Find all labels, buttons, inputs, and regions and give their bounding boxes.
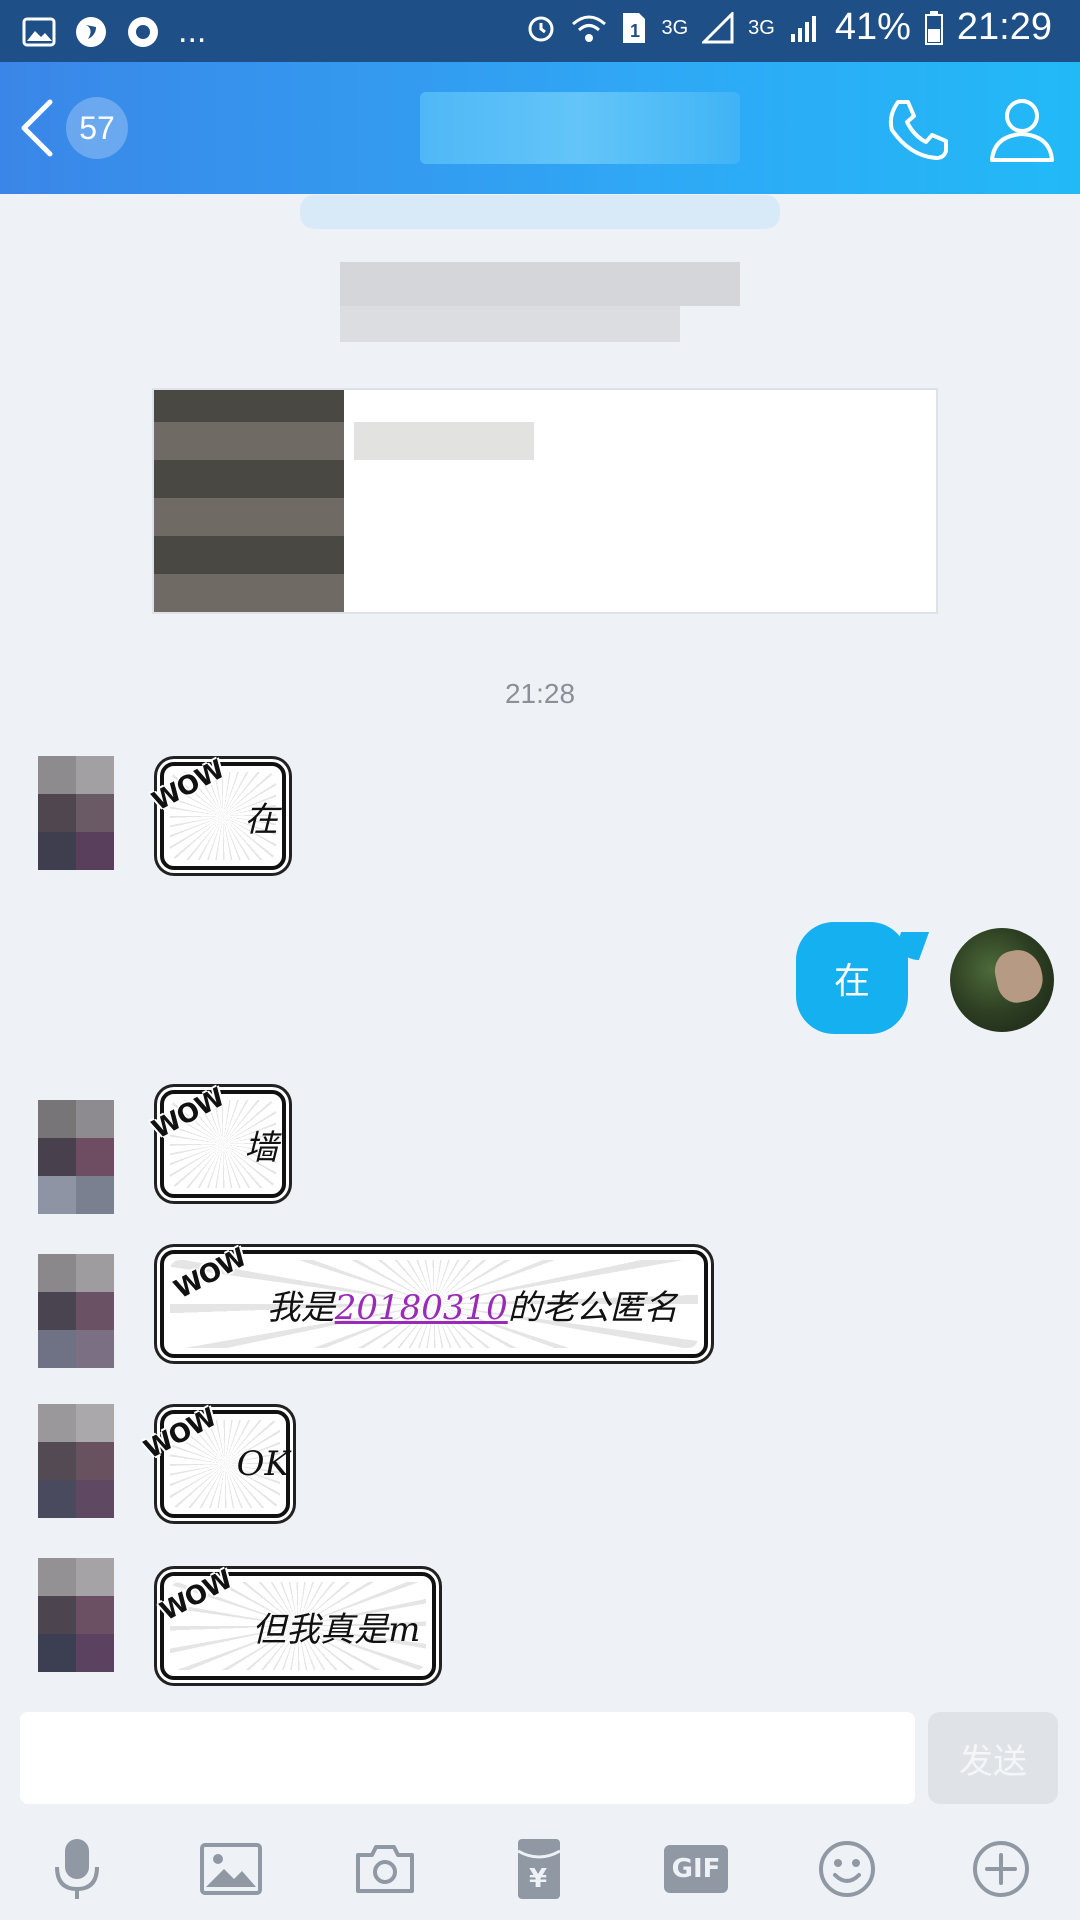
chat-header: 57 [0, 62, 1080, 194]
card-thumbnail-obscured [154, 390, 344, 612]
back-button[interactable]: 57 [18, 92, 158, 164]
message-timestamp: 21:28 [504, 678, 576, 709]
contact-avatar[interactable] [38, 1404, 114, 1518]
camera-button[interactable] [350, 1834, 420, 1904]
clock: 21:29 [956, 6, 1052, 48]
emoji-icon [819, 1841, 875, 1897]
message-input[interactable] [20, 1712, 915, 1804]
status-bar: ... 1 3G 3G 41% 21:29 [0, 0, 1080, 62]
battery-icon [924, 10, 943, 45]
shared-link-card[interactable] [152, 388, 938, 614]
wow-badge: WOW [147, 754, 229, 818]
message-bubble[interactable]: WOW 墙 [147, 1083, 286, 1198]
signal-1-icon [702, 11, 734, 43]
voice-call-button[interactable] [880, 92, 956, 168]
message-text: 墙 [244, 1127, 279, 1168]
wow-badge: WOW [139, 1402, 222, 1466]
more-notifications: ... [178, 12, 207, 50]
chat-title-obscured [420, 92, 740, 164]
microphone-icon [55, 1839, 99, 1899]
plus-icon [973, 1841, 1029, 1897]
svg-text:¥: ¥ [529, 1864, 547, 1894]
avatar-image [991, 945, 1047, 1007]
input-toolbar: ¥ GIF [0, 1820, 1080, 1920]
wow-badge: WOW [147, 1082, 229, 1146]
obscured-banner [300, 195, 780, 229]
person-icon [990, 99, 1054, 162]
unread-count-badge: 57 [66, 97, 128, 159]
message-bubble[interactable]: WOW 但我真是m [155, 1565, 436, 1680]
alarm-icon [528, 16, 554, 41]
back-chevron-icon [18, 98, 58, 158]
message-text: 在 [244, 799, 279, 840]
sim1-icon: 1 [623, 12, 646, 43]
message-text: 在 [833, 960, 870, 1001]
wow-badge: WOW [155, 1564, 237, 1628]
send-button[interactable]: 发送 [928, 1712, 1058, 1804]
status-right-icons: 1 3G 3G 41% 21:29 [525, 6, 1052, 49]
status-left-icons: ... [22, 12, 206, 51]
my-avatar[interactable] [950, 928, 1054, 1032]
obscured-text-line-2 [340, 306, 680, 342]
image-icon [200, 1843, 262, 1895]
camera-icon [356, 1845, 414, 1893]
gallery-notification-icon [22, 17, 56, 46]
svg-text:1: 1 [630, 21, 640, 41]
chat-notification-icon [128, 16, 158, 47]
red-packet-icon: ¥ [517, 1839, 561, 1899]
obscured-text-line-1 [340, 262, 740, 306]
contact-avatar[interactable] [38, 1558, 114, 1672]
wifi-icon [572, 15, 607, 42]
battery-percent: 41% [834, 6, 911, 48]
message-bubble[interactable]: WOW 我是20180310的老公匿名 [160, 1243, 708, 1358]
date-link[interactable]: 20180310 [335, 1288, 508, 1328]
red-packet-button[interactable]: ¥ [504, 1834, 574, 1904]
phone-icon [888, 100, 948, 160]
signal-2-icon [790, 15, 816, 42]
wow-badge: WOW [169, 1242, 252, 1306]
contact-avatar[interactable] [38, 756, 114, 870]
emoji-button[interactable] [812, 1834, 882, 1904]
contact-avatar[interactable] [38, 1100, 114, 1214]
message-text: OK [236, 1444, 290, 1484]
network-type-1: 3G [661, 16, 689, 39]
network-type-2: 3G [748, 16, 775, 39]
more-button[interactable] [966, 1834, 1036, 1904]
message-bubble[interactable]: WOW OK [140, 1403, 290, 1518]
app-notification-icon [76, 16, 106, 47]
gif-button[interactable]: GIF [660, 1834, 732, 1904]
voice-input-button[interactable] [42, 1834, 112, 1904]
message-text: 我是20180310的老公匿名 [266, 1287, 678, 1328]
profile-button[interactable] [984, 92, 1060, 168]
contact-avatar[interactable] [38, 1254, 114, 1368]
gif-label: GIF [671, 1854, 721, 1884]
image-button[interactable] [196, 1834, 266, 1904]
message-text: 但我真是m [252, 1609, 421, 1650]
message-bubble[interactable]: WOW 在 [147, 755, 286, 870]
card-title-obscured [354, 422, 534, 460]
my-message-bubble[interactable]: 在 [796, 922, 908, 1034]
